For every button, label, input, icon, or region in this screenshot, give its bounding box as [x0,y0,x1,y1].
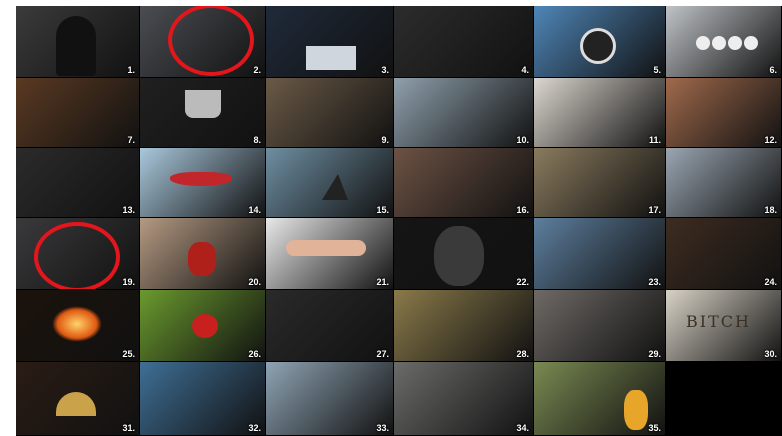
photo-tile: BITCH 30. [666,290,781,361]
photo-tile: 8. [140,78,265,147]
tile-number: 1. [127,65,135,75]
pointing-hand-shape [286,240,366,256]
photo-tile: 31. [16,362,139,435]
tile-number: 7. [127,135,135,145]
photo-tile: 13. [16,148,139,217]
fin-shape [322,174,348,200]
tile-number: 9. [381,135,389,145]
bucket-shape [185,90,221,118]
tile-number: 29. [648,349,661,359]
tile-number: 3. [381,65,389,75]
butterfly-shape [624,390,648,430]
photo-tile: 27. [266,290,393,361]
photo-tile: 9. [266,78,393,147]
cradle-ball [728,36,742,50]
photo-tile: 23. [534,218,665,289]
photo-tile: 2. [140,6,265,77]
photo-tile: 35. [534,362,665,435]
photo-tile: 29. [534,290,665,361]
photo-tile: 14. [140,148,265,217]
photo-tile: 1. [16,6,139,77]
tile-number: 2. [253,65,261,75]
tile-number: 19. [122,277,135,287]
laptop-shape [306,46,356,70]
handprint-shape [188,242,216,276]
photo-tile: 12. [666,78,781,147]
red-circle-highlight [34,222,120,289]
tile-number: 33. [376,423,389,433]
photo-tile: 32. [140,362,265,435]
tile-number: 32. [248,423,261,433]
photo-tile: 11. [534,78,665,147]
tile-number: 21. [376,277,389,287]
cradle-ball [744,36,758,50]
tile-number: 35. [648,423,661,433]
tile-number: 14. [248,205,261,215]
tile-number: 34. [516,423,529,433]
tile-number: 5. [653,65,661,75]
photo-tile: 22. [394,218,533,289]
tile-number: 28. [516,349,529,359]
tile-number: 22. [516,277,529,287]
photo-tile: 33. [266,362,393,435]
tile-number: 10. [516,135,529,145]
photo-tile: 20. [140,218,265,289]
tile-number: 15. [376,205,389,215]
photo-tile: 10. [394,78,533,147]
photo-tile: 17. [534,148,665,217]
photo-tile: 4. [394,6,533,77]
wall-text: BITCH [686,312,751,331]
photo-tile: 15. [266,148,393,217]
cradle-ball [712,36,726,50]
tile-number: 6. [769,65,777,75]
photo-tile: 25. [16,290,139,361]
lens-shape [580,28,616,64]
image-grid: 1. 2. 3. 4. 5. 6. 7. 8. 9. 10. 11. 12. 13. 14. 15. 16. 1… [16,6,782,436]
tile-number: 8. [253,135,261,145]
tile-number: 25. [122,349,135,359]
red-apple-shape [192,314,218,338]
tile-number: 12. [764,135,777,145]
tile-number: 11. [648,135,661,145]
photo-tile: 19. [16,218,139,289]
photo-tile: 24. [666,218,781,289]
photo-tile: 26. [140,290,265,361]
tile-number: 23. [648,277,661,287]
cradle-ball [696,36,710,50]
figure-silhouette [56,16,96,76]
tile-number: 18. [764,205,777,215]
tile-number: 26. [248,349,261,359]
photo-tile: 34. [394,362,533,435]
photo-tile: 28. [394,290,533,361]
tile-number: 17. [648,205,661,215]
face-shape [434,226,484,286]
photo-tile: 7. [16,78,139,147]
tile-number: 16. [516,205,529,215]
photo-tile: 6. [666,6,781,77]
photo-tile: 16. [394,148,533,217]
tile-number: 4. [521,65,529,75]
photo-tile: 5. [534,6,665,77]
photo-tile: 18. [666,148,781,217]
tile-number: 31. [122,423,135,433]
photo-tile: 3. [266,6,393,77]
tile-number: 27. [376,349,389,359]
explosion-shape [52,306,102,342]
boat-shape [170,172,232,186]
red-circle-highlight [168,6,254,76]
tile-number: 24. [764,277,777,287]
tile-number: 20. [248,277,261,287]
tile-number: 13. [122,205,135,215]
bell-shape [56,392,96,416]
photo-tile: 21. [266,218,393,289]
tile-number: 30. [764,349,777,359]
